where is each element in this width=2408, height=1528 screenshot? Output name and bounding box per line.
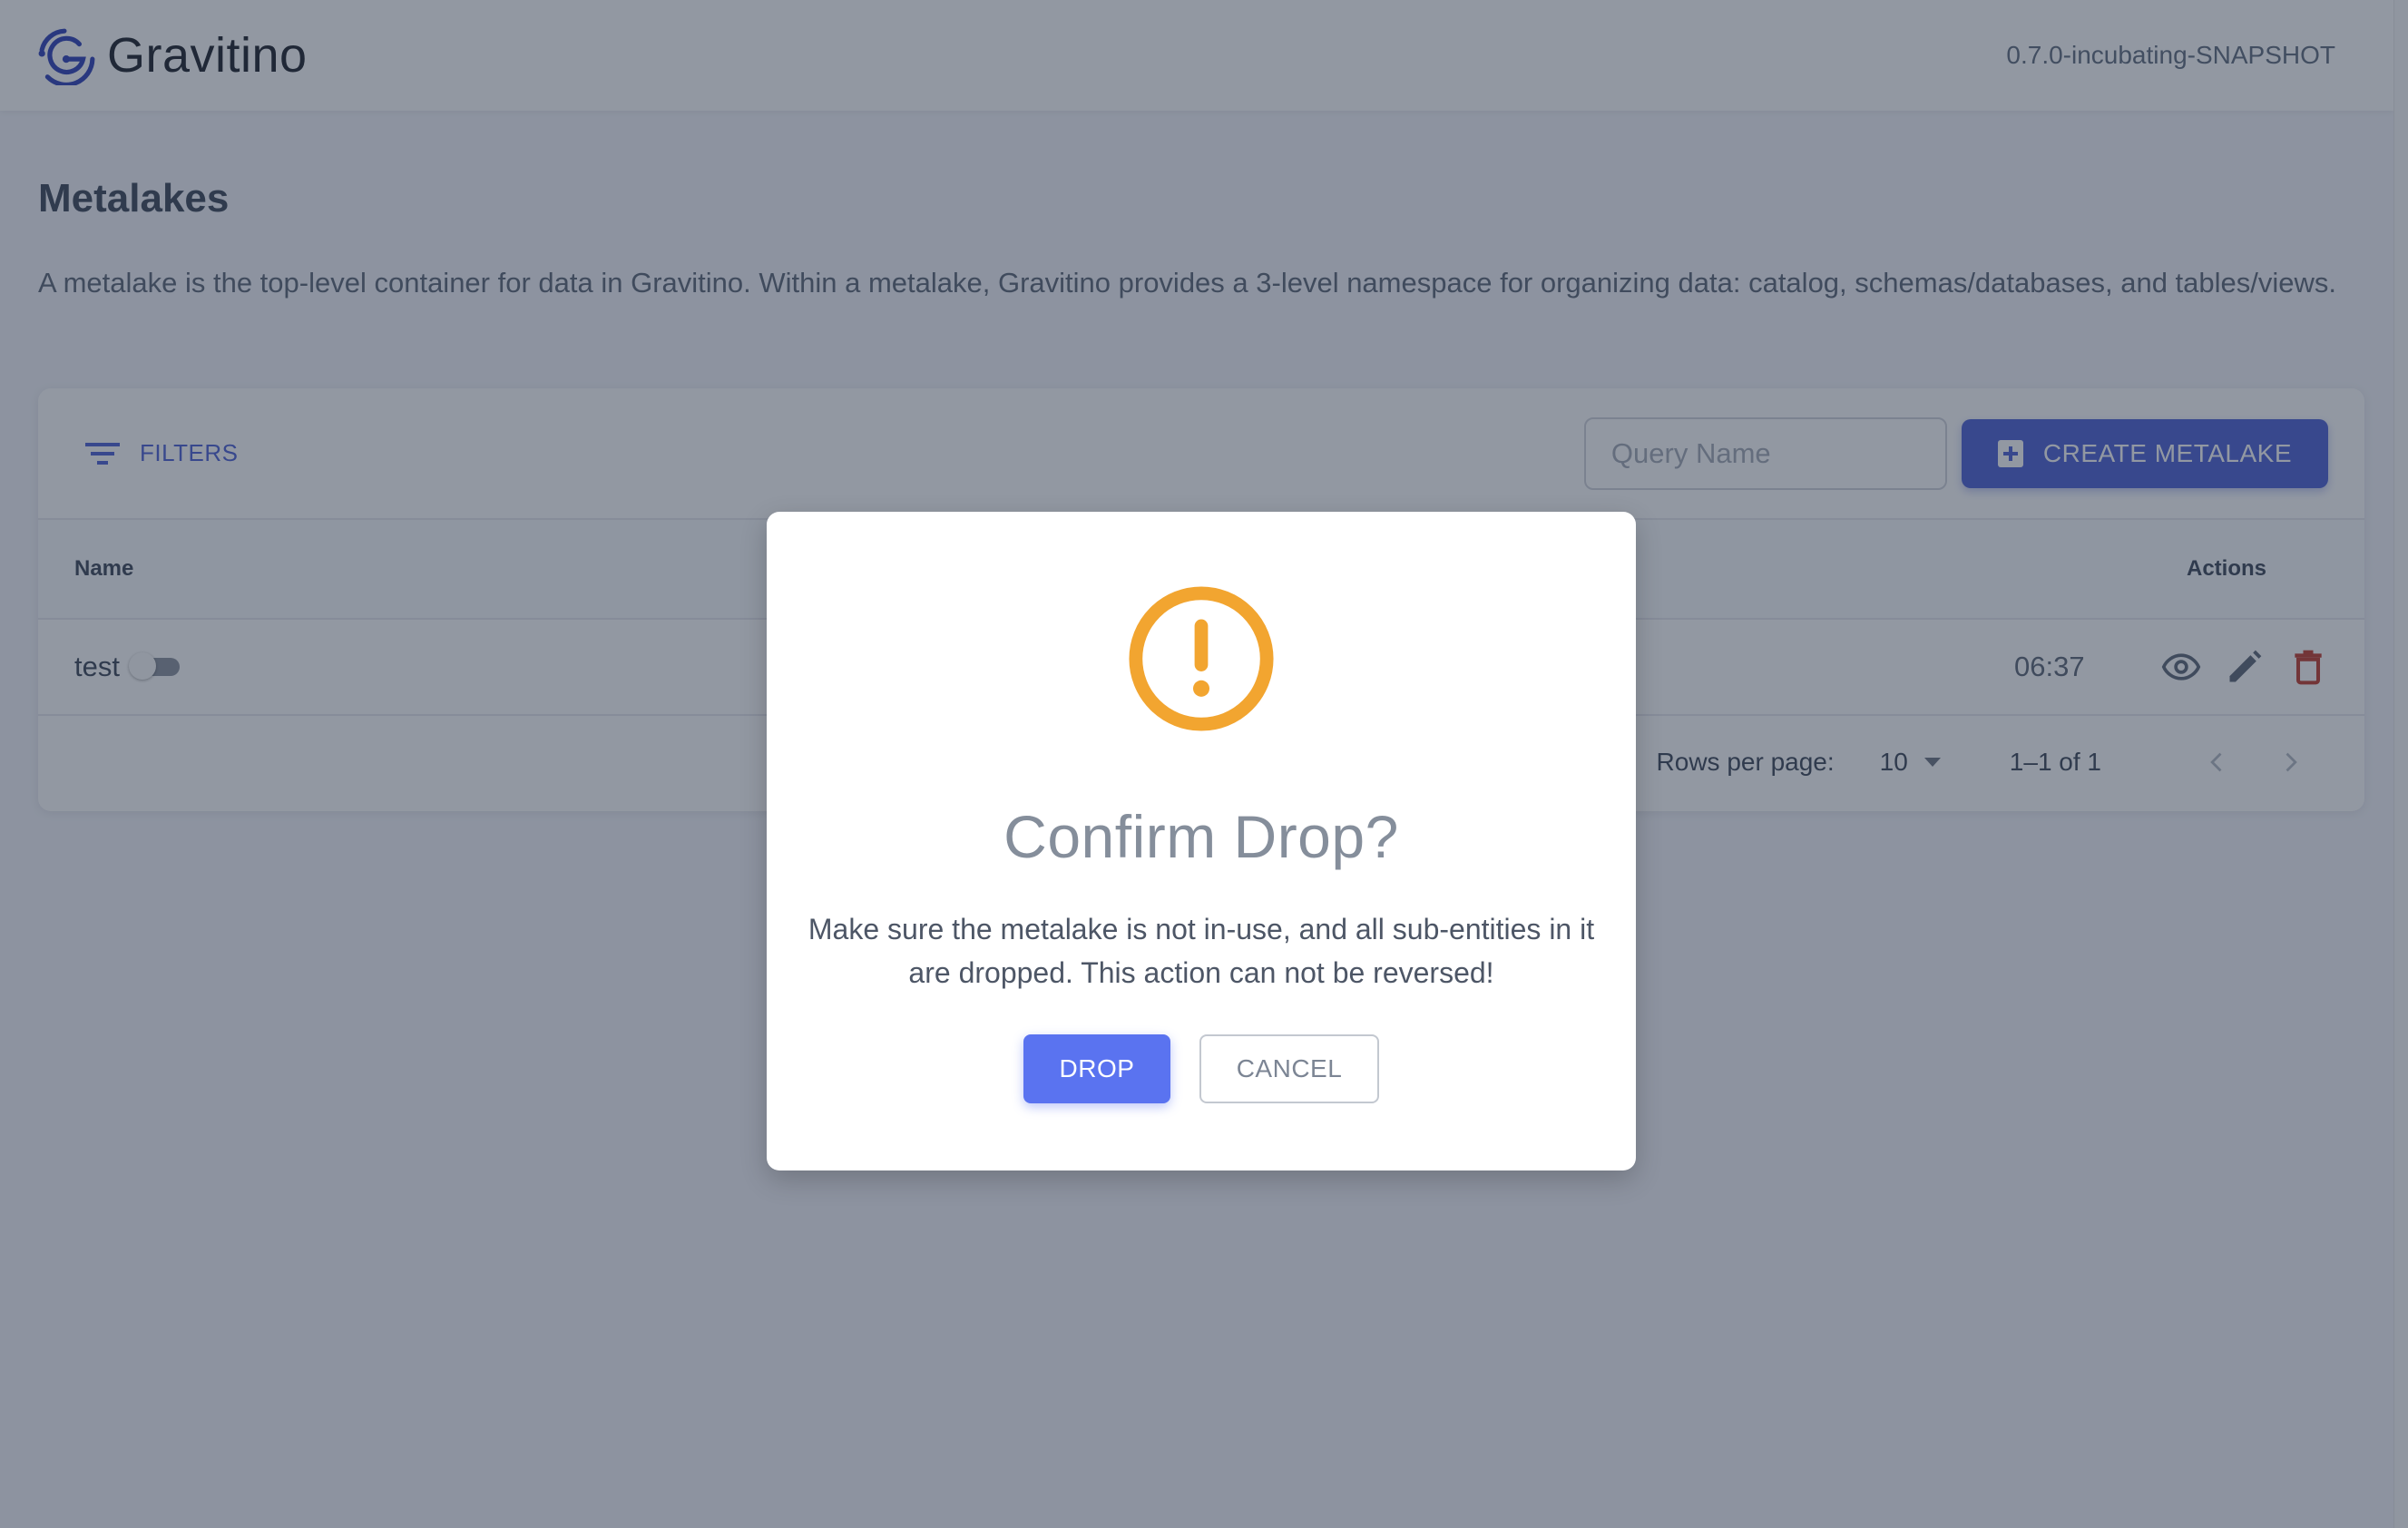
dialog-actions: DROP CANCEL xyxy=(1023,1034,1379,1103)
alert-circle-icon xyxy=(1129,586,1274,731)
drop-button[interactable]: DROP xyxy=(1023,1034,1170,1103)
dialog-message: Make sure the metalake is not in-use, an… xyxy=(808,913,1595,989)
confirm-drop-dialog: Confirm Drop? Make sure the metalake is … xyxy=(767,512,1636,1170)
cancel-button[interactable]: CANCEL xyxy=(1199,1034,1379,1103)
dialog-title: Confirm Drop? xyxy=(1003,803,1399,870)
